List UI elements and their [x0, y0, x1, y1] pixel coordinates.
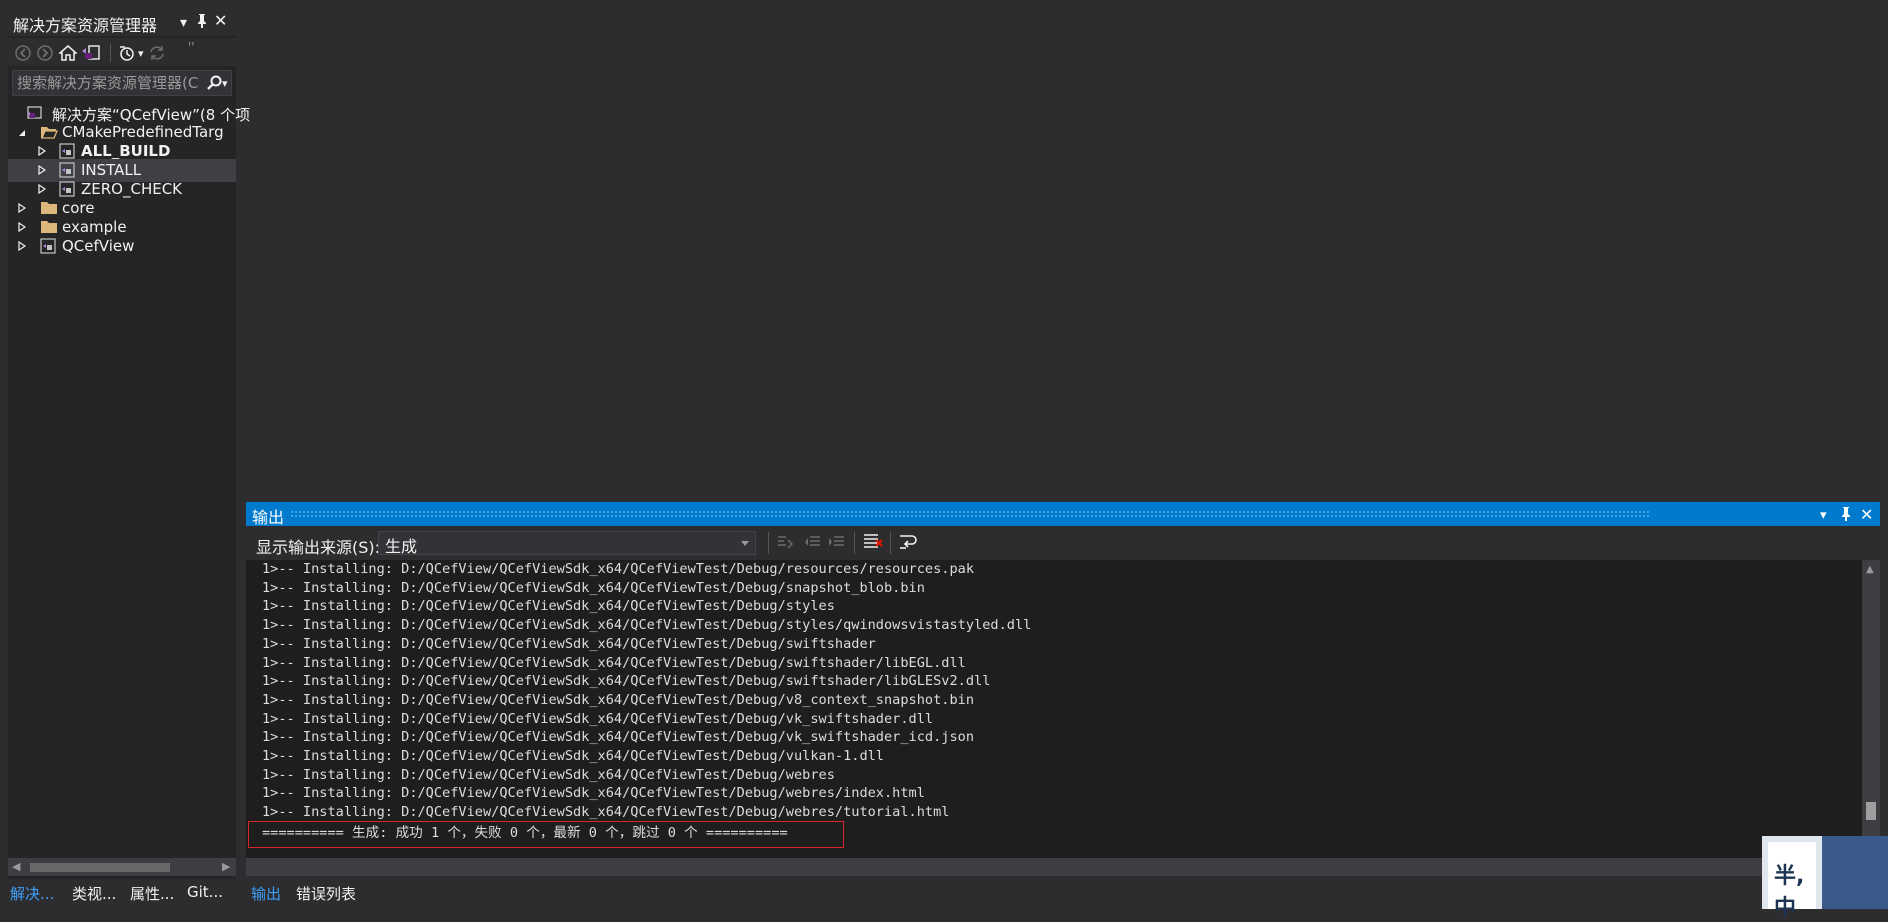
toolbar-separator [768, 532, 769, 554]
expanded-arrow-icon[interactable] [18, 129, 26, 137]
tab-solution-explorer[interactable]: 解决... [10, 881, 66, 907]
collapsed-arrow-icon[interactable] [38, 146, 46, 156]
scroll-left-icon[interactable]: ◀ [12, 860, 20, 874]
output-line: 1>-- Installing: D:/QCefView/QCefViewSdk… [262, 804, 950, 821]
switch-views-icon[interactable] [81, 44, 101, 62]
solution-explorer-search: ▾ [12, 70, 232, 96]
search-options-icon[interactable]: ▾ [222, 77, 228, 91]
summary-highlight-box [248, 821, 844, 848]
project-icon [40, 238, 56, 254]
forward-icon[interactable] [37, 45, 53, 61]
refresh-icon[interactable] [148, 44, 166, 62]
folder-open-icon [40, 124, 58, 140]
tree-item-label: QCefView [62, 237, 135, 255]
home-icon[interactable] [59, 44, 77, 62]
tab-error-list[interactable]: 错误列表 [296, 881, 368, 907]
toolbar-separator [890, 532, 891, 554]
project-icon [59, 143, 75, 159]
dropdown-icon[interactable]: ▾ [180, 16, 187, 30]
output-line: 1>-- Installing: D:/QCefView/QCefViewSdk… [262, 785, 925, 802]
solution-explorer-toolbar: ▾ '' [8, 38, 236, 66]
corner-text: 半,中 [1774, 864, 1805, 921]
tree-item-qcefview[interactable]: QCefView [8, 235, 236, 258]
output-line: 1>-- Installing: D:/QCefView/QCefViewSdk… [262, 561, 975, 577]
solution-icon [26, 105, 42, 121]
close-icon[interactable]: ✕ [214, 13, 227, 29]
pin-icon[interactable] [196, 13, 208, 29]
scroll-up-icon[interactable]: ▲ [1866, 563, 1874, 577]
tab-git[interactable]: Git... [187, 881, 233, 907]
output-toolbar: 显示输出来源(S): 生成 [246, 526, 1880, 559]
output-hscrollbar[interactable] [246, 858, 1880, 876]
collapsed-arrow-icon[interactable] [38, 184, 46, 194]
output-line: 1>-- Installing: D:/QCefView/QCefViewSdk… [262, 598, 835, 615]
output-titlebar: 输出 ▾ ✕ [246, 502, 1880, 527]
toolbar-separator [854, 532, 855, 554]
pin-icon[interactable] [1840, 506, 1852, 522]
tree-item-label: CMakePredefinedTarg [62, 123, 224, 141]
output-source-select[interactable]: 生成 [378, 531, 756, 556]
find-message-in-code-icon[interactable] [776, 534, 794, 552]
next-message-icon[interactable] [828, 534, 846, 552]
output-source-label: 显示输出来源(S): [256, 538, 381, 557]
previous-message-icon[interactable] [804, 534, 822, 552]
solution-tree: 解决方案“QCefView”(8 个项 CMakePredefinedTarg … [8, 102, 250, 302]
tree-item-label: example [62, 218, 127, 236]
output-line: 1>-- Installing: D:/QCefView/QCefViewSdk… [262, 766, 835, 783]
scroll-right-icon[interactable]: ▶ [222, 860, 230, 874]
toggle-word-wrap-icon[interactable] [898, 532, 920, 552]
close-icon[interactable]: ✕ [1860, 505, 1873, 524]
toolbar-separator [110, 44, 111, 62]
output-line: 1>-- Installing: D:/QCefView/QCefViewSdk… [262, 710, 934, 727]
dropdown-icon[interactable]: ▾ [1820, 508, 1827, 523]
ime-indicator: 半,中 [1768, 842, 1816, 921]
tab-class-view[interactable]: 类视... [72, 881, 124, 907]
chevron-down-icon [741, 541, 749, 546]
solution-explorer-hscrollbar[interactable]: ◀ ▶ [8, 858, 236, 876]
output-line: 1>-- Installing: D:/QCefView/QCefViewSdk… [262, 729, 975, 746]
back-icon[interactable] [15, 45, 31, 61]
search-input[interactable] [13, 71, 211, 95]
collapsed-arrow-icon[interactable] [38, 165, 46, 175]
collapsed-arrow-icon[interactable] [18, 222, 26, 232]
collapsed-arrow-icon[interactable] [18, 241, 26, 251]
solution-explorer-panel: 解决方案资源管理器 ▾ ✕ ▾ '' ▾ [8, 8, 250, 879]
clear-all-icon[interactable] [862, 532, 884, 552]
search-icon[interactable] [206, 75, 222, 91]
filter-dropdown-icon[interactable]: ▾ [138, 47, 144, 61]
output-line: 1>-- Installing: D:/QCefView/QCefViewSdk… [262, 579, 925, 596]
folder-icon [40, 219, 58, 235]
pending-changes-filter-icon[interactable] [118, 44, 136, 62]
titlebar-grip [290, 510, 1650, 518]
tree-item-label: core [62, 199, 95, 217]
tab-properties[interactable]: 属性... [130, 881, 182, 907]
tree-item-label: ZERO_CHECK [81, 180, 183, 198]
solution-explorer-title: 解决方案资源管理器 [13, 16, 158, 35]
toolbar-overflow-icon[interactable]: '' [188, 40, 195, 54]
output-source-value: 生成 [385, 537, 418, 556]
output-line: 1>-- Installing: D:/QCefView/QCefViewSdk… [262, 691, 975, 708]
solution-explorer-titlebar: 解决方案资源管理器 ▾ ✕ [8, 8, 236, 36]
output-text-area[interactable]: 1>-- Installing: D:/QCefView/QCefViewSdk… [246, 560, 1862, 858]
output-line: 1>-- Installing: D:/QCefView/QCefViewSdk… [262, 654, 966, 671]
collapsed-arrow-icon[interactable] [18, 203, 26, 213]
corner-widget[interactable]: 半,中 [1762, 836, 1888, 921]
project-icon [59, 181, 75, 197]
output-line: 1>-- Installing: D:/QCefView/QCefViewSdk… [262, 635, 876, 652]
output-line: 1>-- Installing: D:/QCefView/QCefViewSdk… [262, 617, 1032, 634]
output-line: 1>-- Installing: D:/QCefView/QCefViewSdk… [262, 673, 991, 690]
tree-item-label: INSTALL [81, 161, 142, 179]
folder-icon [40, 200, 58, 216]
output-vscrollbar[interactable]: ▲ [1862, 560, 1880, 858]
project-icon [59, 162, 75, 178]
tab-output[interactable]: 输出 [248, 881, 288, 907]
scroll-thumb[interactable] [30, 863, 170, 872]
corner-image [1822, 836, 1888, 909]
output-title: 输出 [252, 508, 285, 527]
tree-item-label: ALL_BUILD [81, 142, 171, 160]
output-line: 1>-- Installing: D:/QCefView/QCefViewSdk… [262, 748, 884, 764]
scroll-thumb[interactable] [1866, 802, 1876, 820]
